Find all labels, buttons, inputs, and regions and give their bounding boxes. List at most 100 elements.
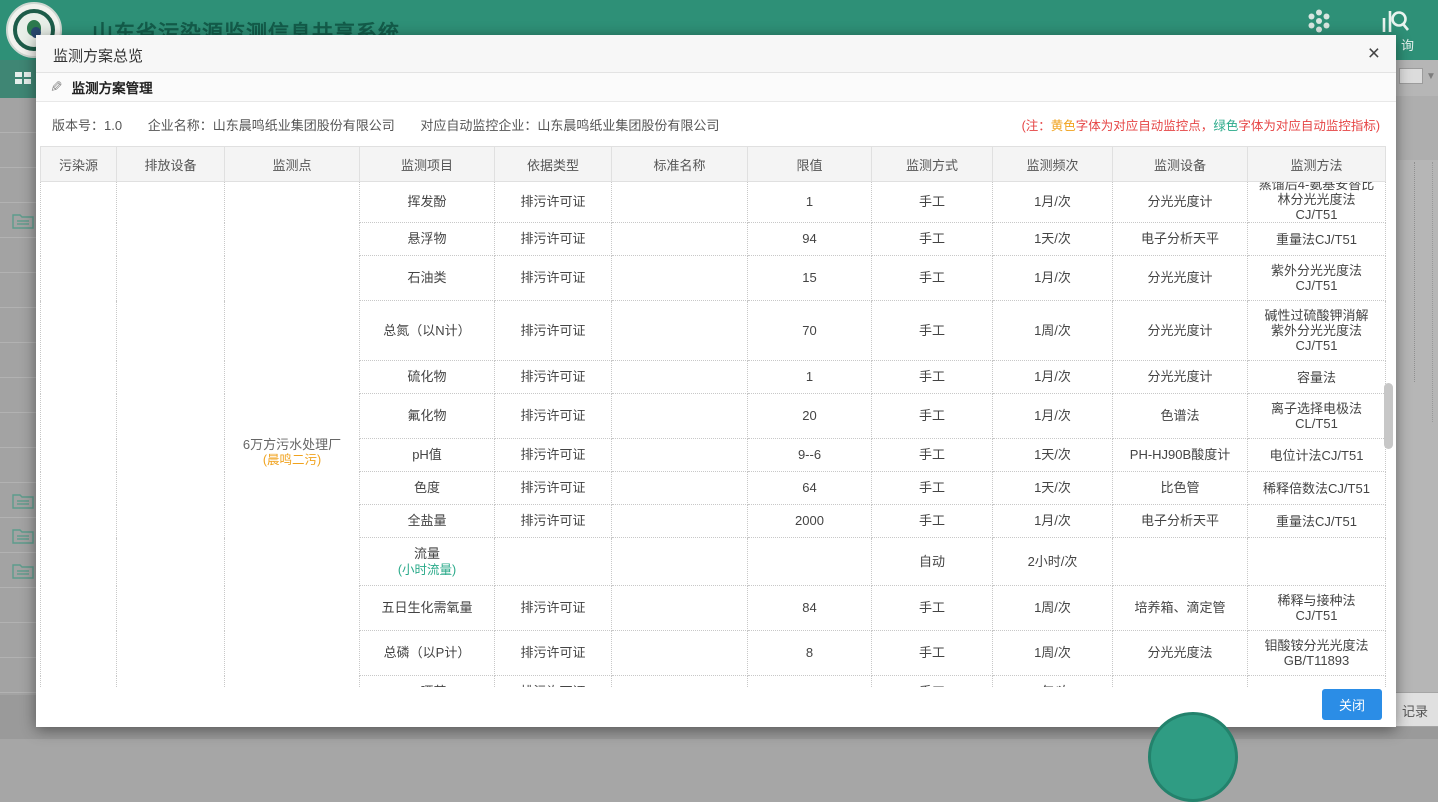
monitoring-method-cell: 紫外分光光度法 CJ/T51: [1248, 256, 1386, 301]
monitoring-item-cell: 氟化物: [360, 394, 495, 439]
limit-value-cell: [748, 538, 872, 586]
monitoring-frequency-cell: 1周/次: [993, 301, 1113, 361]
monitoring-item-cell: 石油类: [360, 256, 495, 301]
sidebar-item[interactable]: [0, 448, 36, 483]
sidebar-item[interactable]: [0, 98, 36, 133]
limit-value-cell: 84: [748, 586, 872, 631]
background-page-edge: ▼: [1396, 58, 1438, 695]
folder-icon: [12, 211, 34, 229]
folder-icon: [12, 526, 34, 544]
monitoring-frequency-cell: 1月/次: [993, 361, 1113, 394]
sidebar-item[interactable]: [0, 518, 36, 553]
table-body: 6万方污水处理厂(晨鸣二污)挥发酚排污许可证1手工1月/次分光光度计蒸馏后4-氨…: [41, 182, 1386, 722]
monitoring-device-cell: 比色管: [1113, 472, 1248, 505]
folder-icon: [12, 491, 34, 509]
nav-search-label-partial[interactable]: 询: [1401, 35, 1414, 54]
column-header: 标准名称: [612, 147, 748, 182]
monitoring-frequency-cell: 1月/次: [993, 394, 1113, 439]
standard-name-cell: [612, 631, 748, 676]
monitoring-frequency-cell: 1月/次: [993, 182, 1113, 223]
standard-name-cell: [612, 182, 748, 223]
basis-type-cell: 排污许可证: [495, 505, 612, 538]
limit-value-cell: 2000: [748, 505, 872, 538]
column-header: 监测设备: [1113, 147, 1248, 182]
company-name: 山东晨鸣纸业集团股份有限公司: [213, 118, 395, 133]
column-header: 监测频次: [993, 147, 1113, 182]
column-header: 监测方法: [1248, 147, 1386, 182]
monitoring-mode-cell: 手工: [872, 223, 993, 256]
sidebar-item[interactable]: [0, 553, 36, 588]
monitoring-frequency-cell: 1天/次: [993, 223, 1113, 256]
monitoring-method-cell: 蒸馏后4-氨基安替比 林分光光度法 CJ/T51: [1248, 182, 1386, 223]
basis-type-cell: 排污许可证: [495, 586, 612, 631]
sidebar-item[interactable]: [0, 238, 36, 273]
statistics-search-icon[interactable]: [1380, 6, 1410, 36]
sidebar-item[interactable]: [0, 623, 36, 658]
standard-name-cell: [612, 361, 748, 394]
column-header: 监测点: [225, 147, 360, 182]
monitoring-item-cell: 色度: [360, 472, 495, 505]
close-button[interactable]: 关闭: [1322, 689, 1382, 720]
limit-value-cell: 8: [748, 631, 872, 676]
column-header: 污染源: [41, 147, 117, 182]
sidebar-item[interactable]: [0, 133, 36, 168]
sidebar-item-dashboard[interactable]: [0, 60, 36, 98]
sidebar-item[interactable]: [0, 588, 36, 623]
sidebar-item[interactable]: [0, 308, 36, 343]
basis-type-cell: 排污许可证: [495, 361, 612, 394]
table-scrollbar-thumb[interactable]: [1384, 383, 1393, 449]
basis-type-cell: 排污许可证: [495, 301, 612, 361]
limit-value-cell: 1: [748, 182, 872, 223]
table-header-row: 污染源排放设备监测点监测项目依据类型标准名称限值监测方式监测频次监测设备监测方法: [41, 147, 1386, 182]
limit-value-cell: 20: [748, 394, 872, 439]
monitoring-device-cell: 培养箱、滴定管: [1113, 586, 1248, 631]
basis-type-cell: 排污许可证: [495, 256, 612, 301]
standard-name-cell: [612, 223, 748, 256]
monitoring-frequency-cell: 1月/次: [993, 256, 1113, 301]
sidebar-item[interactable]: [0, 483, 36, 518]
pollution-source-cell: [41, 182, 117, 722]
standard-name-cell: [612, 505, 748, 538]
monitoring-method-cell: 稀释与接种法 CJ/T51: [1248, 586, 1386, 631]
sidebar-item[interactable]: [0, 413, 36, 448]
section-header: ✎ 监测方案管理: [36, 73, 1396, 102]
monitoring-mode-cell: 手工: [872, 472, 993, 505]
limit-value-cell: 64: [748, 472, 872, 505]
sidebar-item[interactable]: [0, 378, 36, 413]
sidebar-item[interactable]: [0, 203, 36, 238]
standard-name-cell: [612, 586, 748, 631]
dashboard-grid-icon: [14, 70, 32, 88]
monitoring-mode-cell: 手工: [872, 301, 993, 361]
sidebar-item[interactable]: [0, 273, 36, 308]
monitoring-item-cell: 总磷（以P计）: [360, 631, 495, 676]
close-icon[interactable]: ×: [1368, 43, 1380, 65]
monitoring-item-cell: 总氮（以N计）: [360, 301, 495, 361]
monitoring-item-cell: 悬浮物: [360, 223, 495, 256]
apps-dots-icon[interactable]: [1304, 6, 1334, 36]
sidebar-item[interactable]: [0, 343, 36, 378]
sidebar-item[interactable]: [0, 658, 36, 693]
monitoring-method-cell: 碱性过硫酸钾消解 紫外分光光度法 CJ/T51: [1248, 301, 1386, 361]
monitoring-mode-cell: 手工: [872, 182, 993, 223]
monitoring-method-cell: 重量法CJ/T51: [1248, 223, 1386, 256]
version-value: 1.0: [104, 118, 122, 133]
info-row: 版本号：1.0 企业名称：山东晨鸣纸业集团股份有限公司 对应自动监控企业：山东晨…: [36, 102, 1396, 140]
monitoring-method-cell: 电位计法CJ/T51: [1248, 439, 1386, 472]
color-legend-note: (注：黄色字体为对应自动监控点，绿色字体为对应自动监控指标): [1022, 115, 1380, 134]
basis-type-cell: 排污许可证: [495, 394, 612, 439]
pen-icon: ✎: [50, 78, 63, 96]
monitoring-mode-cell: 手工: [872, 256, 993, 301]
column-header: 监测方式: [872, 147, 993, 182]
floating-badge[interactable]: [1148, 712, 1238, 802]
monitoring-mode-cell: 自动: [872, 538, 993, 586]
auto-company-name: 山东晨鸣纸业集团股份有限公司: [537, 118, 719, 133]
background-dropdown[interactable]: [1399, 68, 1423, 84]
monitoring-mode-cell: 手工: [872, 394, 993, 439]
monitoring-plan-modal: 监测方案总览 × ✎ 监测方案管理 版本号：1.0 企业名称：山东晨鸣纸业集团股…: [36, 35, 1396, 727]
column-header: 排放设备: [117, 147, 225, 182]
monitoring-mode-cell: 手工: [872, 439, 993, 472]
basis-type-cell: 排污许可证: [495, 439, 612, 472]
sidebar-item[interactable]: [0, 168, 36, 203]
monitoring-device-cell: 分光光度计: [1113, 361, 1248, 394]
monitoring-device-cell: 分光光度计: [1113, 182, 1248, 223]
